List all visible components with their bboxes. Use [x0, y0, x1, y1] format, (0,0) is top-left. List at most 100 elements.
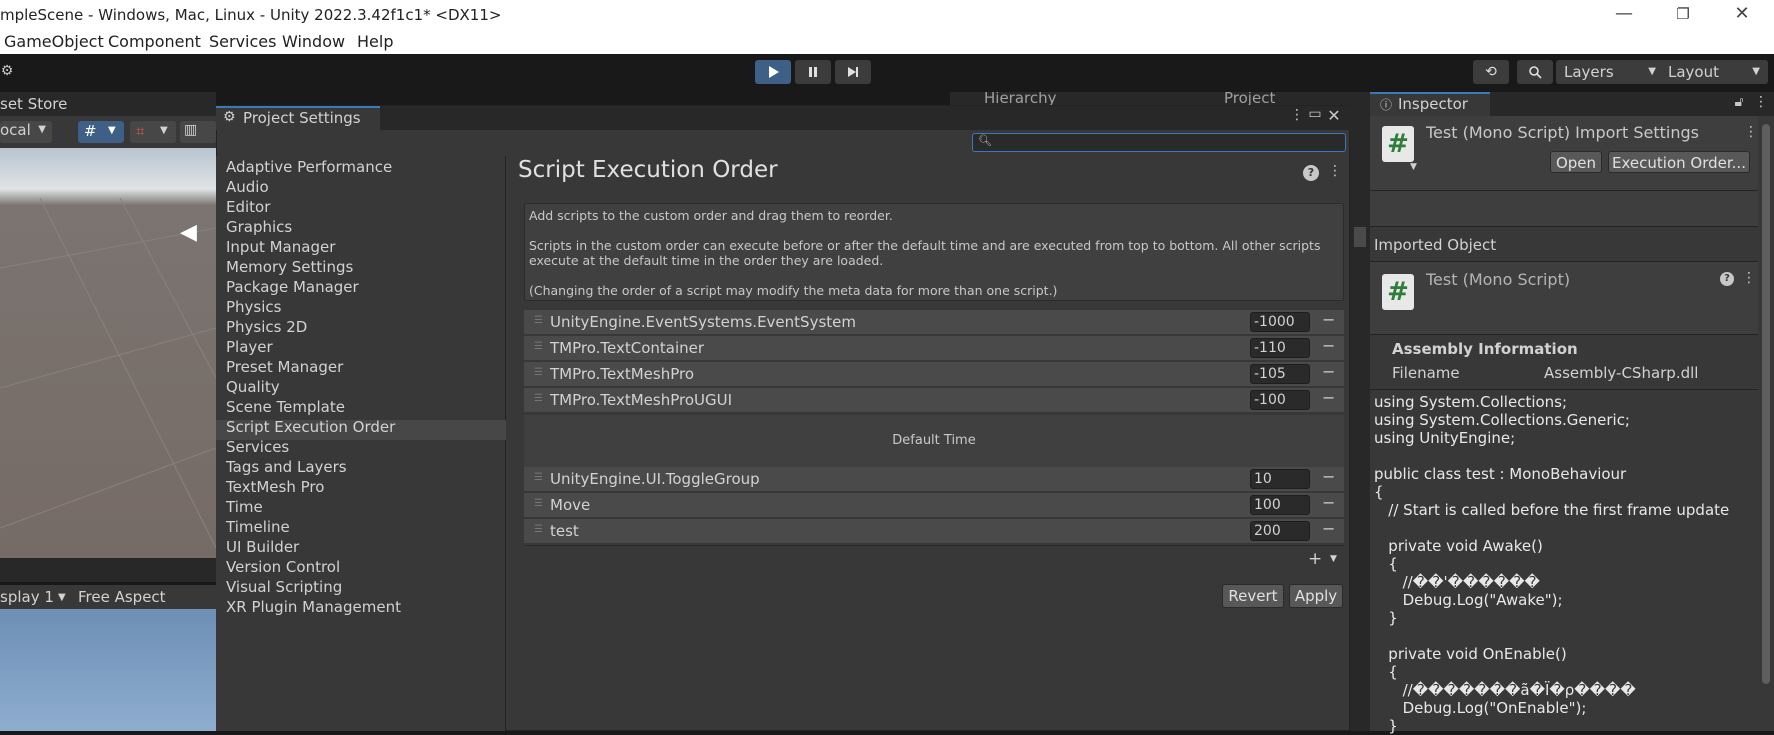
more-options-icon[interactable]: ⋮ [1290, 107, 1304, 123]
scene-viewport[interactable]: ◀ [0, 148, 216, 558]
execution-order-field[interactable]: -1000 [1250, 312, 1310, 332]
category-item-scene-template[interactable]: Scene Template [226, 398, 345, 416]
category-item-package-manager[interactable]: Package Manager [226, 278, 359, 296]
category-item-player[interactable]: Player [226, 338, 273, 356]
execution-order-field[interactable]: -110 [1250, 338, 1310, 358]
category-item-memory-settings[interactable]: Memory Settings [226, 258, 353, 276]
script-order-row[interactable]: ☰ UnityEngine.EventSystems.EventSystem -10… [524, 310, 1344, 335]
inspector-scrollbar-thumb[interactable] [1762, 124, 1770, 684]
category-item-visual-scripting[interactable]: Visual Scripting [226, 578, 342, 596]
menu-component[interactable]: Component [108, 32, 201, 51]
category-item-ui-builder[interactable]: UI Builder [226, 538, 299, 556]
revert-button[interactable]: Revert [1222, 584, 1284, 608]
more-options-icon[interactable]: ⋮ [1754, 94, 1768, 110]
drag-handle-icon[interactable]: ☰ [534, 472, 543, 483]
close-window-button[interactable]: ✕ [1713, 0, 1771, 30]
chevron-down-icon[interactable]: ▼ [1330, 554, 1337, 564]
drag-handle-icon[interactable]: ☰ [534, 498, 543, 509]
settings-search-input[interactable]: 🔍︎ [972, 133, 1346, 152]
drag-handle-icon[interactable]: ☰ [534, 315, 543, 326]
remove-script-button[interactable]: − [1322, 310, 1335, 329]
more-options-icon[interactable]: ⋮ [1744, 124, 1758, 140]
category-item-input-manager[interactable]: Input Manager [226, 238, 335, 256]
execution-order-field[interactable]: -105 [1250, 364, 1310, 384]
grid-snapping-toggle[interactable]: # ▼ [78, 121, 124, 143]
restore-button[interactable]: ❐ [1654, 0, 1712, 30]
aspect-dropdown[interactable]: Free Aspect [78, 588, 166, 606]
hierarchy-tab[interactable]: Hierarchy [984, 92, 1057, 105]
category-item-quality[interactable]: Quality [226, 378, 280, 396]
execution-order-field[interactable]: 100 [1250, 495, 1310, 515]
remove-script-button[interactable]: − [1322, 519, 1335, 538]
help-icon[interactable]: ? [1720, 272, 1734, 286]
category-item-physics[interactable]: Physics [226, 298, 281, 316]
more-options-icon[interactable]: ⋮ [1328, 163, 1342, 179]
close-icon[interactable]: ✕ [1326, 106, 1342, 125]
step-button[interactable] [835, 60, 871, 84]
execution-order-button[interactable]: Execution Order... [1608, 151, 1750, 173]
layout-dropdown[interactable]: Layout ▼ [1660, 60, 1768, 84]
category-item-editor[interactable]: Editor [226, 198, 270, 216]
open-button[interactable]: Open [1550, 151, 1602, 173]
script-order-row[interactable]: ☰ TMPro.TextMeshPro -105− [524, 362, 1344, 387]
more-options-icon[interactable]: ⋮ [1742, 270, 1756, 286]
ruler-toggle[interactable]: ▥ [180, 121, 216, 143]
menu-services[interactable]: Services [209, 32, 276, 51]
script-order-row[interactable]: ☰ TMPro.TextContainer -110− [524, 336, 1344, 361]
scrollbar-thumb[interactable] [1354, 227, 1366, 247]
execution-order-field[interactable]: -100 [1250, 390, 1310, 410]
snap-increment-toggle[interactable]: ⌗ ▼ [130, 121, 176, 143]
display-dropdown[interactable]: splay 1 [0, 588, 54, 606]
menu-gameobject[interactable]: GameObject [4, 32, 104, 51]
remove-script-button[interactable]: − [1322, 493, 1335, 512]
drag-handle-icon[interactable]: ☰ [534, 524, 543, 535]
script-order-row[interactable]: ☰ Move 100− [524, 493, 1344, 518]
minimize-button[interactable]: — [1595, 0, 1653, 30]
project-settings-tab[interactable]: ⚙ Project Settings [216, 106, 380, 130]
apply-button[interactable]: Apply [1289, 584, 1343, 608]
search-button[interactable] [1517, 60, 1553, 84]
remove-script-button[interactable]: − [1322, 336, 1335, 355]
inspector-scrollbar[interactable] [1758, 116, 1774, 731]
drag-handle-icon[interactable]: ☰ [534, 341, 543, 352]
script-order-row[interactable]: ☰ UnityEngine.UI.ToggleGroup 10− [524, 467, 1344, 492]
script-order-row[interactable]: ☰ TMPro.TextMeshProUGUI -100− [524, 388, 1344, 413]
category-item-physics-2d[interactable]: Physics 2D [226, 318, 307, 336]
category-item-textmesh-pro[interactable]: TextMesh Pro [226, 478, 324, 496]
project-tab[interactable]: Project [1224, 92, 1275, 105]
drag-handle-icon[interactable]: ☰ [534, 393, 543, 404]
category-item-timeline[interactable]: Timeline [226, 518, 290, 536]
account-icon[interactable]: ⚙ [0, 63, 14, 79]
pivot-local-dropdown[interactable]: ocal ▼ [0, 121, 52, 143]
lock-icon[interactable]: 🔓︎ [1732, 94, 1746, 110]
help-icon[interactable]: ? [1303, 165, 1319, 181]
chevron-down-icon[interactable]: ▼ [1410, 162, 1417, 172]
menu-help[interactable]: Help [357, 32, 393, 51]
remove-script-button[interactable]: − [1322, 388, 1335, 407]
menu-window[interactable]: Window [282, 32, 345, 51]
category-item-services[interactable]: Services [226, 438, 289, 456]
category-item-script-execution-order[interactable]: Script Execution Order [226, 418, 395, 436]
camera-gizmo-icon[interactable]: ◀ [180, 220, 197, 245]
execution-order-field[interactable]: 200 [1250, 521, 1310, 541]
category-item-adaptive-performance[interactable]: Adaptive Performance [226, 158, 392, 176]
add-script-button[interactable]: + [1308, 549, 1322, 569]
category-item-version-control[interactable]: Version Control [226, 558, 340, 576]
execution-order-field[interactable]: 10 [1250, 469, 1310, 489]
category-item-graphics[interactable]: Graphics [226, 218, 292, 236]
layers-dropdown[interactable]: Layers ▼ [1556, 60, 1664, 84]
category-item-time[interactable]: Time [226, 498, 263, 516]
category-item-xr-plugin-management[interactable]: XR Plugin Management [226, 598, 401, 616]
remove-script-button[interactable]: − [1322, 362, 1335, 381]
category-item-tags-and-layers[interactable]: Tags and Layers [226, 458, 347, 476]
maximize-icon[interactable]: ▭ [1308, 106, 1322, 122]
category-item-audio[interactable]: Audio [226, 178, 269, 196]
remove-script-button[interactable]: − [1322, 467, 1335, 486]
inspector-tab[interactable]: ⓘ Inspector [1370, 92, 1490, 116]
scene-tab[interactable]: set Store [0, 95, 67, 113]
script-order-row[interactable]: ☰ test 200− [524, 519, 1344, 544]
pause-button[interactable] [795, 60, 831, 84]
drag-handle-icon[interactable]: ☰ [534, 367, 543, 378]
play-button[interactable] [755, 60, 791, 84]
category-item-preset-manager[interactable]: Preset Manager [226, 358, 343, 376]
